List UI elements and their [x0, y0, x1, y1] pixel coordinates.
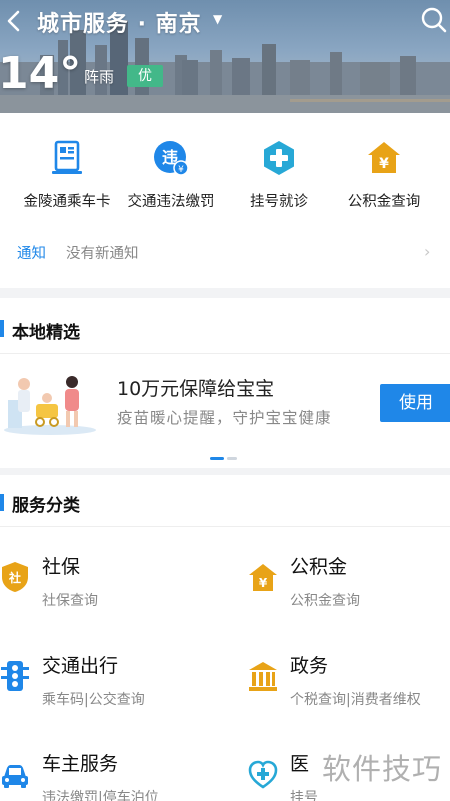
chevron-right-icon: ›	[424, 242, 431, 261]
quick-service-housing-fund[interactable]: ¥ 公积金查询	[319, 139, 449, 211]
promo-title[interactable]: 10万元保障给宝宝	[117, 374, 274, 401]
baby-vaccine-illustration	[4, 376, 96, 435]
card-reader-icon	[52, 140, 82, 174]
carousel-dot	[227, 457, 237, 460]
category-transport[interactable]: 交通出行 乘车码|公交查询	[0, 651, 215, 721]
categories-header: 服务分类	[0, 475, 450, 527]
notice-text: 没有新通知	[66, 246, 139, 262]
notice-bar[interactable]: 通知 没有新通知 ›	[0, 228, 450, 276]
section-accent-bar	[0, 494, 4, 511]
notice-tag: 通知	[17, 246, 46, 262]
svg-text:¥: ¥	[178, 165, 184, 175]
watermark-text: 软件技巧	[322, 752, 443, 786]
medical-heart-icon	[248, 760, 278, 789]
local-picks-header: 本地精选	[0, 298, 450, 354]
back-icon[interactable]	[2, 8, 28, 34]
house-yuan-icon: ¥	[368, 142, 400, 173]
search-icon[interactable]	[420, 6, 448, 34]
category-desc: 挂号	[290, 790, 318, 801]
category-name: 政务	[290, 655, 329, 677]
car-icon	[2, 765, 28, 788]
category-government[interactable]: 政务 个税查询|消费者维权	[248, 651, 450, 721]
traffic-fine-icon: 违 ¥	[154, 141, 189, 176]
traffic-light-icon	[1, 661, 29, 691]
medical-cross-icon	[264, 141, 294, 175]
category-name: 公积金	[290, 556, 348, 578]
carousel-indicator[interactable]	[210, 457, 240, 460]
government-building-icon	[249, 662, 277, 691]
category-desc: 公积金查询	[290, 593, 360, 609]
air-quality-badge: 优	[127, 65, 163, 87]
weather-condition: 阵雨	[84, 68, 115, 86]
category-car-owner[interactable]: 车主服务 违法缴罚|停车泊位	[0, 749, 215, 801]
city-dropdown-caret-icon[interactable]: ▼	[213, 12, 222, 26]
city-header: 城市服务 · 南京 ▼ 14° 阵雨 优	[0, 0, 450, 113]
svg-text:¥: ¥	[259, 576, 268, 590]
promo-subtitle: 疫苗暖心提醒，守护宝宝健康	[117, 409, 332, 427]
local-picks-card: 本地精选 10万元保障给宝宝 疫苗暖心提醒，守护宝宝健康 使用	[0, 298, 450, 468]
temperature: 14°	[0, 48, 82, 99]
category-desc: 违法缴罚|停车泊位	[42, 790, 159, 801]
svg-text:¥: ¥	[379, 156, 389, 172]
quick-services-card: 金陵通乘车卡 违 ¥ 交通违法缴罚 挂号就诊 ¥ 公积金查询 通知 没有新通知 …	[0, 113, 450, 288]
svg-text:社: 社	[8, 570, 21, 585]
social-security-icon: 社	[2, 562, 28, 592]
category-housing-fund[interactable]: ¥ 公积金 公积金查询	[248, 552, 450, 622]
category-name: 交通出行	[42, 655, 119, 677]
category-name: 医	[290, 753, 310, 775]
category-desc: 个税查询|消费者维权	[290, 692, 421, 708]
page-title[interactable]: 城市服务 · 南京	[37, 6, 202, 38]
use-button[interactable]: 使用	[380, 384, 450, 422]
quick-service-label: 公积金查询	[347, 194, 421, 210]
category-desc: 社保查询	[42, 593, 98, 609]
category-social-security[interactable]: 社 社保 社保查询	[0, 552, 215, 622]
category-name: 社保	[42, 556, 81, 578]
category-name: 车主服务	[42, 753, 119, 775]
category-desc: 乘车码|公交查询	[42, 692, 145, 708]
section-title: 本地精选	[12, 323, 80, 343]
carousel-dot-active	[210, 457, 224, 460]
section-accent-bar	[0, 320, 4, 337]
section-title: 服务分类	[12, 496, 80, 516]
housing-fund-icon: ¥	[249, 564, 277, 591]
